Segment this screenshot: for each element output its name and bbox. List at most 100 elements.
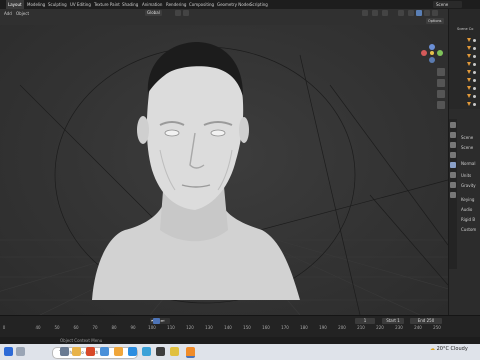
- frame-tick-label: 210: [357, 325, 365, 330]
- visibility-icon[interactable]: [362, 10, 368, 16]
- terminal-icon[interactable]: [156, 347, 165, 356]
- shading-rendered-icon[interactable]: [432, 10, 438, 16]
- view-layer-tab-icon[interactable]: [450, 152, 456, 158]
- frame-tick-label: 90: [130, 325, 136, 330]
- visibility-icon[interactable]: [473, 79, 476, 82]
- tab-shading[interactable]: Shading: [120, 0, 140, 9]
- start-frame-field[interactable]: Start 1: [382, 318, 404, 324]
- object-icon: [467, 38, 471, 42]
- edge-icon[interactable]: [128, 347, 137, 356]
- shading-solid-icon[interactable]: [416, 10, 422, 16]
- object-icon: [467, 70, 471, 74]
- visibility-icon[interactable]: [473, 63, 476, 66]
- menu-add[interactable]: Add: [4, 11, 12, 16]
- properties-scene-header: Scene: [461, 135, 474, 140]
- section-custom-properties[interactable]: Custom: [461, 227, 476, 232]
- end-value: 250: [426, 318, 435, 323]
- viewport-header: Add Object Global Options: [0, 9, 448, 26]
- render-tab-icon[interactable]: [450, 132, 456, 138]
- navigation-gizmo[interactable]: [421, 44, 443, 63]
- start-icon[interactable]: [4, 347, 13, 356]
- world-tab-icon[interactable]: [450, 172, 456, 178]
- scene-tab-icon[interactable]: [450, 162, 456, 168]
- 3d-viewport[interactable]: [0, 25, 448, 315]
- frame-tick-label: 50: [54, 325, 60, 330]
- visibility-icon[interactable]: [473, 71, 476, 74]
- weather-text: 20°C Cloudy: [436, 346, 468, 352]
- outliner-row[interactable]: [451, 45, 480, 52]
- end-frame-field[interactable]: End 250: [410, 318, 442, 324]
- object-icon: [467, 46, 471, 50]
- playhead[interactable]: [153, 318, 160, 324]
- frame-tick-label: 130: [205, 325, 213, 330]
- visibility-icon[interactable]: [473, 87, 476, 90]
- outliner-collection-label[interactable]: Scene Co: [457, 27, 473, 31]
- section-keying[interactable]: Keying: [461, 197, 474, 202]
- outliner-row[interactable]: [451, 85, 480, 92]
- tab-rendering[interactable]: Rendering: [164, 0, 188, 9]
- outliner-row[interactable]: [451, 61, 480, 68]
- menu-object[interactable]: Object: [16, 11, 29, 16]
- outliner-row[interactable]: [451, 93, 480, 100]
- overlay-icon[interactable]: [382, 10, 388, 16]
- section-rigid-body[interactable]: Rigid B: [461, 217, 475, 222]
- visibility-icon[interactable]: [473, 47, 476, 50]
- frame-tick-label: 170: [281, 325, 289, 330]
- frame-tick-label: 0: [2, 325, 6, 330]
- outliner-row[interactable]: [451, 37, 480, 44]
- current-frame-field[interactable]: 1: [355, 318, 375, 324]
- section-normal[interactable]: Normal: [461, 161, 475, 166]
- file-explorer-icon[interactable]: [72, 347, 81, 356]
- outliner-row[interactable]: [451, 69, 480, 76]
- visibility-icon[interactable]: [473, 95, 476, 98]
- task-view-icon[interactable]: [60, 347, 69, 356]
- tab-compositing[interactable]: Compositing: [187, 0, 216, 9]
- object-icon: [467, 78, 471, 82]
- blender-icon[interactable]: [186, 347, 195, 358]
- chrome-icon[interactable]: [100, 347, 109, 356]
- outliner-row[interactable]: [451, 101, 480, 108]
- gizmo-icon[interactable]: [372, 10, 378, 16]
- texture-tab-icon[interactable]: [450, 192, 456, 198]
- shading-material-icon[interactable]: [424, 10, 430, 16]
- output-tab-icon[interactable]: [450, 142, 456, 148]
- frame-tick-label: 190: [319, 325, 327, 330]
- properties-tabs: [449, 119, 457, 269]
- options-dropdown[interactable]: Options: [426, 18, 444, 24]
- section-gravity[interactable]: Gravity: [461, 183, 476, 188]
- section-scene[interactable]: Scene: [461, 145, 473, 150]
- proportional-edit-icon[interactable]: [183, 10, 189, 16]
- transform-orientation-dropdown[interactable]: Global: [145, 10, 162, 16]
- folder-icon[interactable]: [170, 347, 179, 356]
- visibility-icon[interactable]: [473, 103, 476, 106]
- visibility-icon[interactable]: [473, 39, 476, 42]
- tool-tab-icon[interactable]: [450, 122, 456, 128]
- tab-sculpting[interactable]: Sculpting: [46, 0, 69, 9]
- outliner-row[interactable]: [451, 77, 480, 84]
- system-tray[interactable]: ☁ 20°C Cloudy: [430, 346, 468, 352]
- tab-scripting[interactable]: Scripting: [248, 0, 270, 9]
- xray-icon[interactable]: [398, 10, 404, 16]
- search-icon[interactable]: [16, 347, 25, 356]
- workspace-tabs-bar: Layout Modeling Sculpting UV Editing Tex…: [0, 0, 480, 9]
- tab-texture-paint[interactable]: Texture Paint: [92, 0, 122, 9]
- section-units[interactable]: Units: [461, 173, 471, 178]
- collection-tab-icon[interactable]: [450, 182, 456, 188]
- visibility-icon[interactable]: [473, 55, 476, 58]
- viewport-nav-buttons[interactable]: [437, 68, 445, 109]
- outliner-row[interactable]: [451, 53, 480, 60]
- snap-icon[interactable]: [175, 10, 181, 16]
- opera-icon[interactable]: [86, 347, 95, 356]
- tab-animation[interactable]: Animation: [140, 0, 164, 9]
- timeline[interactable]: ⏮◀▶⏭ 1 Start 1 End 250 04050607080901001…: [0, 315, 480, 338]
- mail-icon[interactable]: [142, 347, 151, 356]
- app-icon[interactable]: [114, 347, 123, 356]
- tab-modeling[interactable]: Modeling: [25, 0, 47, 9]
- scene-selector[interactable]: Scene: [433, 1, 462, 8]
- object-icon: [467, 86, 471, 90]
- tab-layout[interactable]: Layout: [6, 0, 24, 9]
- shading-wireframe-icon[interactable]: [408, 10, 414, 16]
- status-bar: Object Context Menu: [0, 337, 480, 344]
- tab-uv-editing[interactable]: UV Editing: [68, 0, 93, 9]
- section-audio[interactable]: Audio: [461, 207, 472, 212]
